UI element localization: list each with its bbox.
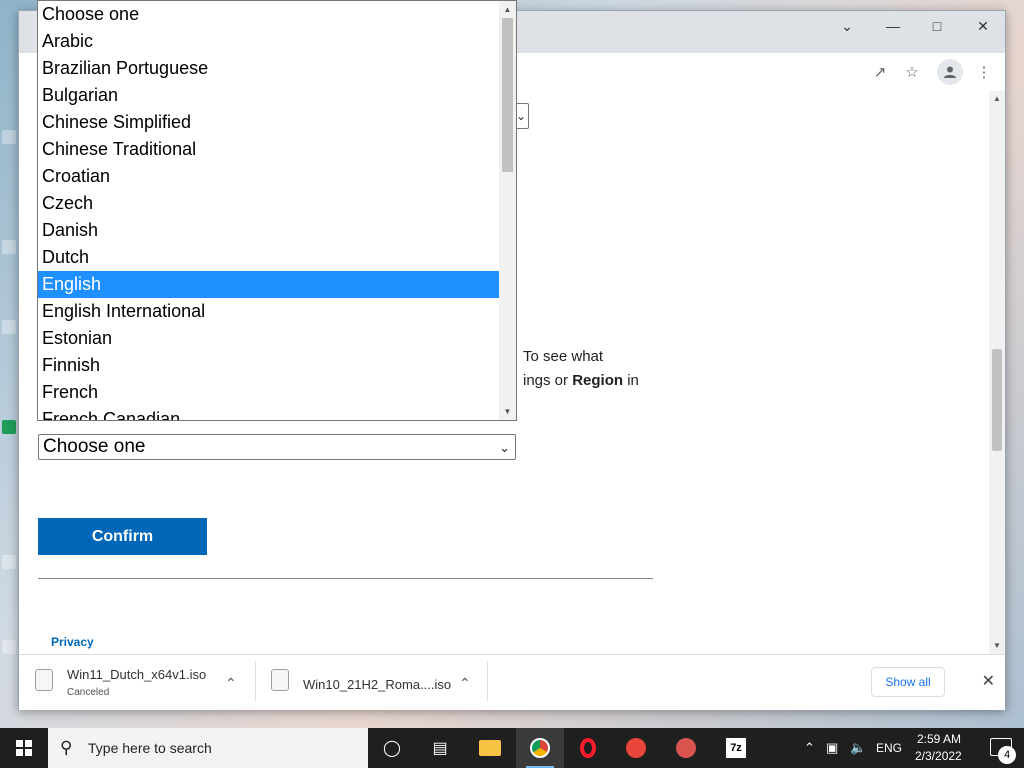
info-text: in <box>623 372 639 389</box>
chevron-down-icon: ⌄ <box>499 440 510 455</box>
dropdown-option[interactable]: Chinese Simplified <box>38 109 500 136</box>
dropdown-option[interactable]: Danish <box>38 217 500 244</box>
dropdown-option[interactable]: Brazilian Portuguese <box>38 55 500 82</box>
download-item[interactable]: Win10_21H2_Roma....iso ⌃ <box>271 663 485 703</box>
divider <box>38 578 653 579</box>
desktop-icon[interactable] <box>2 640 16 654</box>
tray-chevron-icon[interactable]: ⌃ <box>804 740 815 756</box>
app-icon[interactable] <box>612 728 660 768</box>
language-dropdown-list[interactable]: Choose one Arabic Brazilian Portuguese Bulg… <box>37 0 517 421</box>
scroll-up-arrow[interactable]: ▲ <box>502 5 513 14</box>
maximize-button[interactable]: □ <box>914 11 960 41</box>
file-icon <box>35 669 53 691</box>
download-separator <box>487 661 488 701</box>
desktop-icon[interactable] <box>2 320 16 334</box>
input-language[interactable]: ENG <box>876 741 902 755</box>
tab-search-icon[interactable]: ⌄ <box>824 11 870 41</box>
language-select-value: Choose one <box>43 436 146 457</box>
windows-logo-icon <box>16 740 32 756</box>
dropdown-option[interactable]: Croatian <box>38 163 500 190</box>
dropdown-option[interactable]: Finnish <box>38 352 500 379</box>
dropdown-option[interactable]: French Canadian <box>38 406 500 420</box>
search-placeholder: Type here to search <box>88 740 212 756</box>
desktop-icon[interactable] <box>2 555 16 569</box>
download-filename: Win10_21H2_Roma....iso <box>303 677 452 692</box>
dropdown-scrollbar[interactable]: ▲ ▼ <box>499 1 516 420</box>
7zip-icon[interactable]: 7z <box>712 728 760 768</box>
file-explorer-icon[interactable] <box>466 728 514 768</box>
opera-icon[interactable] <box>564 728 612 768</box>
network-icon[interactable]: ▣ <box>826 740 838 756</box>
chrome-icon[interactable] <box>516 728 564 768</box>
profile-avatar[interactable] <box>937 59 963 85</box>
volume-muted-icon[interactable]: 🔈 <box>850 740 866 756</box>
chevron-up-icon[interactable]: ⌃ <box>459 675 471 692</box>
taskbar-search[interactable]: ⚲ Type here to search <box>48 728 368 768</box>
dropdown-option[interactable]: English International <box>38 298 500 325</box>
dropdown-option[interactable]: Chinese Traditional <box>38 136 500 163</box>
dropdown-option[interactable]: French <box>38 379 500 406</box>
scroll-down-arrow[interactable]: ▼ <box>992 641 1002 651</box>
desktop-icon[interactable] <box>2 420 16 434</box>
dropdown-option[interactable]: Czech <box>38 190 500 217</box>
privacy-link[interactable]: Privacy <box>51 635 94 649</box>
share-icon[interactable]: ↗ <box>870 62 890 82</box>
ccleaner-icon[interactable] <box>662 728 710 768</box>
info-text-bold: Region <box>572 372 624 389</box>
close-window-button[interactable]: ✕ <box>960 11 1006 41</box>
dropdown-option[interactable]: Arabic <box>38 28 500 55</box>
scroll-thumb[interactable] <box>992 349 1002 451</box>
menu-kebab-icon[interactable]: ⋮ <box>974 62 994 82</box>
confirm-button[interactable]: Confirm <box>38 518 207 555</box>
person-icon <box>944 66 956 78</box>
widgets-icon[interactable]: ▤ <box>416 728 464 768</box>
search-icon: ⚲ <box>60 738 73 757</box>
taskbar: ⚲ Type here to search ◯ ▤ 7z ⌃ ▣ 🔈 ENG 2… <box>0 728 1024 768</box>
download-status: Canceled <box>67 687 110 698</box>
show-all-button[interactable]: Show all <box>871 667 945 697</box>
dropdown-option[interactable]: Choose one <box>38 1 500 28</box>
task-view-icon[interactable]: ◯ <box>368 728 416 768</box>
page-scrollbar[interactable]: ▲ ▼ <box>989 91 1005 654</box>
bookmark-star-icon[interactable]: ☆ <box>902 62 922 82</box>
notification-badge: 4 <box>998 746 1016 764</box>
dropdown-option[interactable]: Estonian <box>38 325 500 352</box>
info-text-line-2: ings or Region in <box>523 369 639 393</box>
info-text: To see what <box>523 348 604 365</box>
download-item[interactable]: Win11_Dutch_x64v1.iso Canceled ⌃ <box>35 663 255 703</box>
dropdown-scroll-thumb[interactable] <box>502 18 513 172</box>
minimize-button[interactable]: — <box>870 11 916 41</box>
desktop-icon[interactable] <box>2 130 16 144</box>
download-bar: Win11_Dutch_x64v1.iso Canceled ⌃ Win10_2… <box>19 654 1005 710</box>
clock-time[interactable]: 2:59 AM <box>917 732 961 746</box>
close-icon[interactable]: ✕ <box>982 671 995 691</box>
info-text: ings or <box>523 372 573 389</box>
download-separator <box>255 661 256 701</box>
clock-date[interactable]: 2/3/2022 <box>915 749 962 763</box>
dropdown-option[interactable]: Dutch <box>38 244 500 271</box>
language-select[interactable]: Choose one ⌄ <box>38 434 516 460</box>
desktop-icon[interactable] <box>2 240 16 254</box>
scroll-up-arrow[interactable]: ▲ <box>992 94 1002 104</box>
file-icon <box>271 669 289 691</box>
dropdown-option[interactable]: English <box>38 271 500 298</box>
desktop-icons <box>0 0 18 728</box>
scroll-down-arrow[interactable]: ▼ <box>502 407 513 416</box>
download-filename: Win11_Dutch_x64v1.iso <box>67 667 207 682</box>
dropdown-option[interactable]: Bulgarian <box>38 82 500 109</box>
start-button[interactable] <box>0 728 48 768</box>
chevron-up-icon[interactable]: ⌃ <box>225 675 237 692</box>
info-text-line-1: To see what <box>523 345 603 369</box>
dropdown-options: Choose one Arabic Brazilian Portuguese Bulg… <box>38 1 500 420</box>
